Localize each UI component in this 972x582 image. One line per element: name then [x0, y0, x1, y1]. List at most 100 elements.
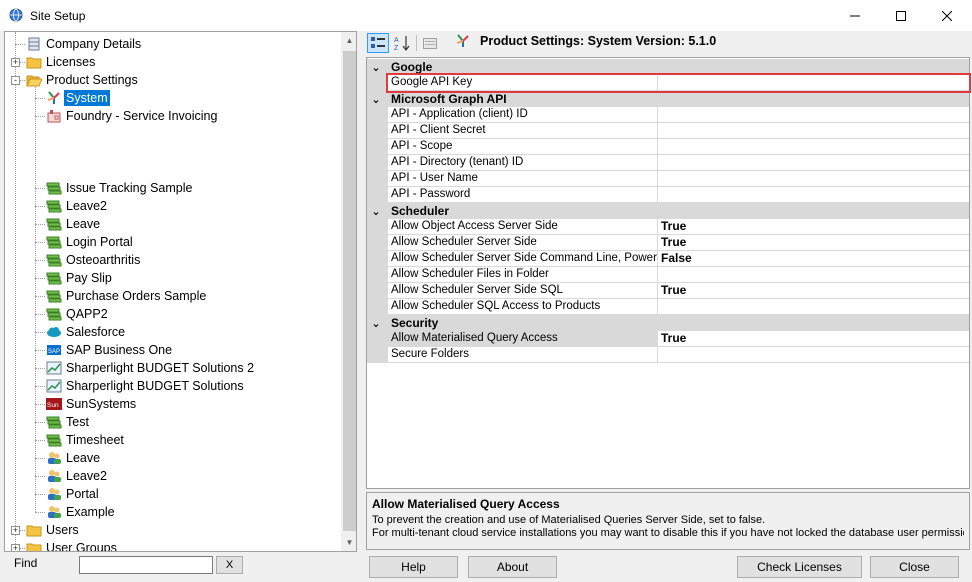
property-name: Allow Scheduler Server Side: [388, 235, 658, 251]
tree-item[interactable]: Foundry - Service Invoicing: [5, 107, 335, 125]
property-value[interactable]: True: [658, 219, 969, 235]
tree-item[interactable]: Login Portal: [5, 233, 335, 251]
tree-item-label: Foundry - Service Invoicing: [66, 109, 218, 123]
categorized-button[interactable]: [367, 33, 389, 53]
tree-item[interactable]: Example: [5, 503, 335, 521]
property-name: API - Scope: [388, 139, 658, 155]
expand-icon[interactable]: +: [11, 526, 20, 535]
expand-icon[interactable]: +: [11, 544, 20, 551]
grid-property-row[interactable]: Allow Scheduler Server Side SQL True: [367, 283, 969, 299]
green-stack-icon: [46, 216, 62, 232]
tree-item[interactable]: Issue Tracking Sample: [5, 179, 335, 197]
grid-property-row[interactable]: API - Scope: [367, 139, 969, 155]
grid-category[interactable]: ⌄ Microsoft Graph API: [367, 91, 969, 107]
property-value[interactable]: [658, 187, 969, 203]
property-value[interactable]: [658, 139, 969, 155]
grid-property-row[interactable]: Allow Scheduler Server Side Command Line…: [367, 251, 969, 267]
tree-item[interactable]: Timesheet: [5, 431, 335, 449]
collapse-icon[interactable]: -: [11, 76, 20, 85]
collapse-icon[interactable]: ⌄: [371, 62, 381, 74]
find-clear-button[interactable]: X: [216, 556, 243, 574]
close-button[interactable]: Close: [870, 556, 959, 578]
grid-property-row[interactable]: Allow Object Access Server Side True: [367, 219, 969, 235]
tree-item[interactable]: Leave2: [5, 197, 335, 215]
scroll-up-icon[interactable]: ▲: [341, 32, 356, 49]
tree-guide-line: [35, 332, 45, 333]
about-button[interactable]: About: [468, 556, 557, 578]
settings-tree[interactable]: Company Details + Licenses - Product Setting…: [4, 31, 357, 552]
property-value[interactable]: True: [658, 331, 969, 347]
grid-category[interactable]: ⌄ Scheduler: [367, 203, 969, 219]
tree-guide-line: [35, 116, 45, 117]
grid-category[interactable]: ⌄ Google: [367, 59, 969, 75]
tree-scrollbar[interactable]: ▲ ▼: [341, 32, 356, 551]
grid-property-row[interactable]: Allow Scheduler Files in Folder: [367, 267, 969, 283]
grid-property-row[interactable]: Allow Scheduler Server Side True: [367, 235, 969, 251]
check-licenses-button[interactable]: Check Licenses: [737, 556, 862, 578]
property-value[interactable]: [658, 155, 969, 171]
scroll-down-icon[interactable]: ▼: [341, 534, 356, 551]
tree-item[interactable]: Test: [5, 413, 335, 431]
tree-item[interactable]: QAPP2: [5, 305, 335, 323]
tree-guide-line: [35, 98, 45, 99]
tree-item[interactable]: Leave2: [5, 467, 335, 485]
tree-item[interactable]: + Licenses: [5, 53, 335, 71]
property-value[interactable]: [658, 123, 969, 139]
property-pages-button[interactable]: [419, 33, 441, 53]
property-value[interactable]: [658, 75, 969, 91]
tree-item[interactable]: - Product Settings: [5, 71, 335, 89]
property-value[interactable]: False: [658, 251, 969, 267]
scroll-thumb[interactable]: [343, 51, 356, 531]
property-value[interactable]: True: [658, 235, 969, 251]
green-stack-icon: [46, 432, 62, 448]
expand-icon[interactable]: +: [11, 58, 20, 67]
grid-category[interactable]: ⌄ Security: [367, 315, 969, 331]
property-value[interactable]: [658, 107, 969, 123]
grid-property-row[interactable]: API - Password: [367, 187, 969, 203]
grid-property-row[interactable]: API - Directory (tenant) ID: [367, 155, 969, 171]
grid-property-row[interactable]: API - Application (client) ID: [367, 107, 969, 123]
tree-item[interactable]: Sharperlight BUDGET Solutions: [5, 377, 335, 395]
tree-item[interactable]: Sharperlight BUDGET Solutions 2: [5, 359, 335, 377]
property-grid[interactable]: ⌄ Google Google API Key ⌄ Microsoft Graph AP…: [366, 57, 970, 489]
property-value[interactable]: [658, 267, 969, 283]
property-value[interactable]: [658, 299, 969, 315]
help-button[interactable]: Help: [369, 556, 458, 578]
sharperlight-logo-icon: [46, 90, 62, 106]
tree-item[interactable]: Osteoarthritis: [5, 251, 335, 269]
property-value[interactable]: [658, 347, 969, 363]
tree-item[interactable]: Leave: [5, 449, 335, 467]
tree-item[interactable]: + User Groups: [5, 539, 335, 551]
tree-item[interactable]: Leave: [5, 215, 335, 233]
find-input[interactable]: [79, 556, 213, 574]
minimize-button[interactable]: [832, 0, 878, 31]
grid-property-row[interactable]: Allow Materialised Query Access True: [367, 331, 969, 347]
tree-item[interactable]: Company Details: [5, 35, 335, 53]
tree-item[interactable]: System: [5, 89, 335, 107]
grid-property-row[interactable]: Google API Key: [367, 75, 969, 91]
grid-property-row[interactable]: API - Client Secret: [367, 123, 969, 139]
tree-item[interactable]: Sun SunSystems: [5, 395, 335, 413]
tree-item[interactable]: SAP SAP Business One: [5, 341, 335, 359]
tree-guide-line: [35, 440, 45, 441]
collapse-icon[interactable]: ⌄: [371, 206, 381, 218]
tree-item[interactable]: Salesforce: [5, 323, 335, 341]
maximize-button[interactable]: [878, 0, 924, 31]
svg-text:A: A: [394, 37, 399, 44]
property-value[interactable]: True: [658, 283, 969, 299]
property-name: Secure Folders: [388, 347, 658, 363]
grid-property-row[interactable]: Allow Scheduler SQL Access to Products: [367, 299, 969, 315]
tree-item[interactable]: Portal: [5, 485, 335, 503]
collapse-icon[interactable]: ⌄: [371, 94, 381, 106]
collapse-icon[interactable]: ⌄: [371, 318, 381, 330]
grid-property-row[interactable]: Secure Folders: [367, 347, 969, 363]
tree-item[interactable]: + Users: [5, 521, 335, 539]
tree-item[interactable]: Pay Slip: [5, 269, 335, 287]
tree-item[interactable]: Purchase Orders Sample: [5, 287, 335, 305]
alphabetical-button[interactable]: A Z: [391, 33, 413, 53]
close-window-button[interactable]: [924, 0, 970, 31]
green-stack-icon: [46, 252, 62, 268]
category-label: Scheduler: [391, 204, 450, 218]
grid-property-row[interactable]: API - User Name: [367, 171, 969, 187]
property-value[interactable]: [658, 171, 969, 187]
